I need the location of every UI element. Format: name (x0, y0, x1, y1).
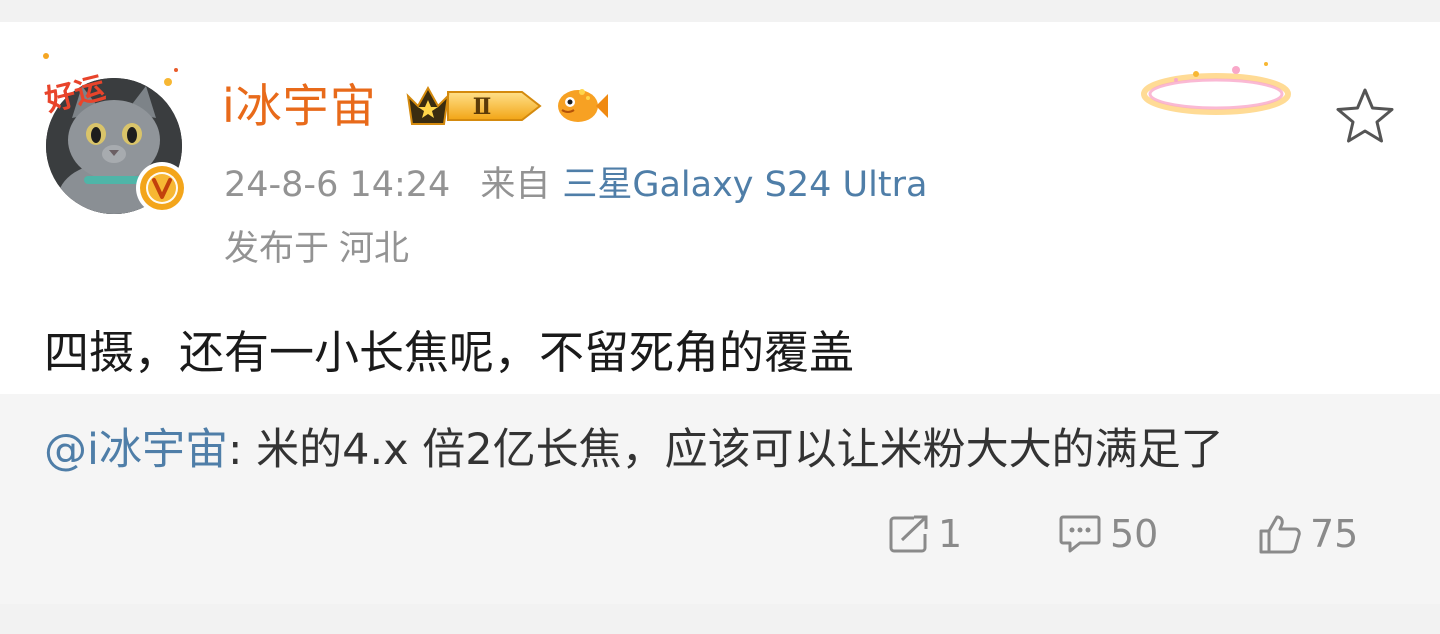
lucky-deco: 好运 (41, 53, 178, 119)
device-link[interactable]: 三星Galaxy S24 Ultra (562, 165, 927, 205)
from-label: 来自 (480, 165, 551, 205)
verified-badge (136, 162, 188, 214)
repost-icon (889, 515, 928, 553)
quoted-text: @i冰宇宙: 米的4.x 倍2亿长焦，应该可以让米粉大大的满足了 (44, 420, 1224, 480)
avatar-container[interactable]: 好运 (36, 48, 196, 218)
bottom-divider (0, 604, 1440, 634)
post-time: 24-8-6 14:24 (224, 165, 451, 205)
repost-button[interactable]: 1 (888, 508, 962, 560)
quoted-post[interactable]: @i冰宇宙: 米的4.x 倍2亿长焦，应该可以让米粉大大的满足了 (0, 394, 1440, 604)
post-location: 发布于 河北 (224, 224, 409, 274)
comment-icon (1059, 515, 1101, 553)
username[interactable]: i冰宇宙 (222, 76, 377, 136)
repost-count: 1 (938, 512, 963, 556)
location-value: 河北 (339, 229, 410, 269)
like-button[interactable]: 75 (1258, 508, 1358, 560)
quoted-body: : 米的4.x 倍2亿长焦，应该可以让米粉大大的满足了 (227, 425, 1224, 475)
fish-badge-icon[interactable] (552, 78, 608, 130)
avatar-deco-text: 好运 (41, 70, 109, 119)
thumbs-up-icon (1259, 515, 1301, 554)
vip-crown-badge[interactable]: Ⅱ (404, 80, 544, 132)
comment-count: 50 (1110, 512, 1159, 556)
comment-button[interactable]: 50 (1058, 508, 1158, 560)
halo-deco (1141, 62, 1291, 115)
star-outline-icon[interactable] (1334, 86, 1396, 148)
member-level: Ⅱ (473, 94, 492, 120)
post-meta: 24-8-6 14:24 来自 三星Galaxy S24 Ultra (224, 160, 927, 210)
like-count: 75 (1310, 512, 1359, 556)
mention-link[interactable]: @i冰宇宙 (44, 425, 228, 475)
location-label: 发布于 (224, 229, 330, 269)
top-divider (0, 0, 1440, 22)
verified-v-icon (140, 166, 184, 210)
post-text: 四摄，还有一小长焦呢，不留死角的覆盖 (44, 326, 855, 379)
